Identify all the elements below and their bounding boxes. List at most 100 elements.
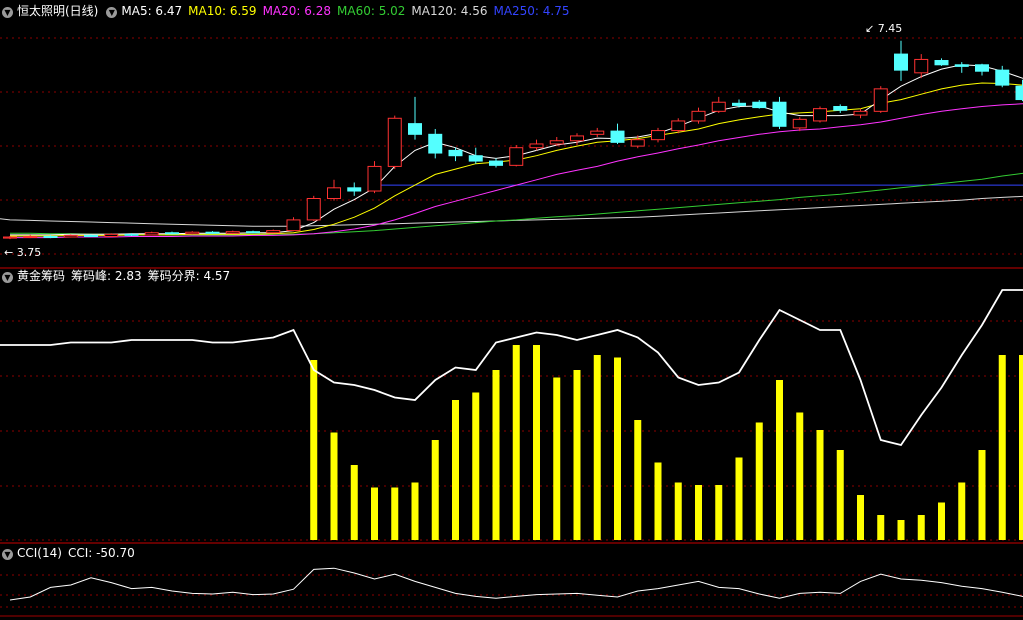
chevron-down-icon[interactable]: ▼: [106, 7, 118, 18]
chip-bar: [998, 355, 1006, 540]
chip-bar: [715, 485, 723, 540]
chip-bar: [472, 392, 480, 540]
candle-body: [367, 165, 382, 192]
cci-title: CCI(14): [17, 546, 62, 560]
candle-body: [246, 231, 260, 234]
candle-body: [833, 106, 848, 111]
candle-body: [894, 53, 908, 71]
ma-label-3: MA60: 5.02: [337, 4, 406, 18]
chip-bar: [917, 515, 925, 540]
candle-body: [732, 102, 746, 106]
cci-value-label: CCI: -50.70: [67, 546, 135, 560]
candle-body: [144, 232, 159, 236]
chip-peak-label: 筹码峰: 2.83: [71, 269, 142, 283]
candle-body: [408, 123, 422, 135]
chip-bar: [512, 345, 520, 540]
chip-bar: [1019, 355, 1023, 540]
candle-body: [306, 198, 321, 221]
candle-body: [185, 231, 200, 235]
ma-label-5: MA250: 4.75: [493, 4, 570, 18]
chip-bar: [553, 377, 561, 540]
candle-body: [1015, 85, 1023, 101]
candle-body: [995, 69, 1010, 86]
candle-body: [691, 110, 706, 122]
high-price-label: ↙ 7.45: [865, 22, 903, 35]
ma-label-4: MA120: 4.56: [411, 4, 488, 18]
ma-legend: MA5: 6.47 MA10: 6.59 MA20: 6.28 MA60: 5.02 M…: [121, 4, 575, 18]
candle-body: [104, 233, 119, 237]
chip-bar: [634, 420, 642, 540]
ma-label-1: MA10: 6.59: [188, 4, 257, 18]
stock-title[interactable]: 恒太照明(日线): [17, 4, 98, 18]
chip-bar: [776, 380, 783, 540]
candle-body: [590, 130, 605, 135]
candle-body: [752, 101, 767, 109]
chip-bar: [674, 482, 682, 540]
candle-body: [387, 117, 402, 167]
main-panel-header: ▼ 恒太照明(日线) ▼ MA5: 6.47 MA10: 6.59 MA20: 6.28 M…: [2, 3, 582, 19]
candle-body: [23, 235, 38, 238]
candle-body: [84, 234, 98, 237]
candle-body: [873, 88, 888, 112]
candle-body: [671, 120, 686, 132]
chip-bar: [836, 450, 844, 540]
candle-body: [509, 147, 524, 166]
candle-body: [792, 118, 807, 129]
candle-body: [630, 139, 645, 147]
candle-body: [975, 64, 989, 72]
chevron-down-icon[interactable]: ▼: [2, 272, 13, 283]
candle-body: [853, 110, 868, 116]
chip-panel-header: ▼ 黄金筹码 筹码峰: 2.83 筹码分界: 4.57: [2, 268, 236, 284]
candle-body: [772, 101, 787, 127]
candle-body: [651, 130, 665, 141]
ma-label-0: MA5: 6.47: [121, 4, 183, 18]
candle-body: [347, 187, 362, 192]
candle-body: [549, 140, 564, 145]
chip-bar: [978, 450, 986, 540]
candle-body: [489, 160, 503, 166]
candle-body: [63, 234, 78, 238]
chip-bar: [411, 482, 419, 540]
chip-bar: [310, 360, 318, 540]
chip-bar: [533, 345, 540, 540]
candle-body: [711, 101, 726, 112]
candle-body: [43, 235, 58, 238]
candle-body: [205, 231, 220, 234]
chip-bar: [371, 487, 378, 540]
kline-chart-stage[interactable]: ▼ 恒太照明(日线) ▼ MA5: 6.47 MA10: 6.59 MA20: 6.28 M…: [0, 0, 1023, 617]
cci-panel-header: ▼ CCI(14) CCI: -50.70: [2, 545, 141, 561]
chip-bar: [938, 502, 945, 540]
chevron-down-icon[interactable]: ▼: [2, 549, 13, 560]
chip-bar: [573, 370, 581, 540]
chip-bar: [492, 370, 500, 540]
chip-bar: [350, 465, 358, 540]
chip-bar: [755, 422, 763, 540]
candle-body: [266, 230, 281, 234]
chip-bar: [796, 412, 804, 540]
candle-body: [529, 143, 544, 149]
candle-body: [225, 231, 240, 234]
candle-body: [428, 133, 443, 154]
low-price-label: ← 3.75: [4, 246, 42, 259]
candle-body: [286, 219, 301, 232]
chip-bar: [897, 520, 905, 540]
chip-bar: [816, 430, 824, 540]
candle-body: [914, 58, 929, 74]
candle-body: [954, 64, 969, 67]
chip-bar: [593, 355, 601, 540]
ma-label-2: MA20: 6.28: [262, 4, 331, 18]
chip-bar: [654, 462, 662, 540]
chip-title: 黄金筹码: [17, 269, 66, 283]
chip-bar: [330, 432, 338, 540]
chevron-down-icon[interactable]: ▼: [2, 7, 13, 18]
candle-body: [124, 233, 139, 236]
chip-bar: [695, 485, 702, 540]
candle-body: [570, 135, 584, 142]
candle-body: [934, 60, 949, 66]
chart-canvas[interactable]: [0, 0, 1023, 617]
chip-boundary-line: [0, 289, 1023, 447]
chip-bar: [431, 440, 439, 540]
ma-line-ma20: [10, 103, 1023, 239]
ma-line-ma60: [10, 172, 1023, 236]
candle-body: [448, 149, 463, 157]
